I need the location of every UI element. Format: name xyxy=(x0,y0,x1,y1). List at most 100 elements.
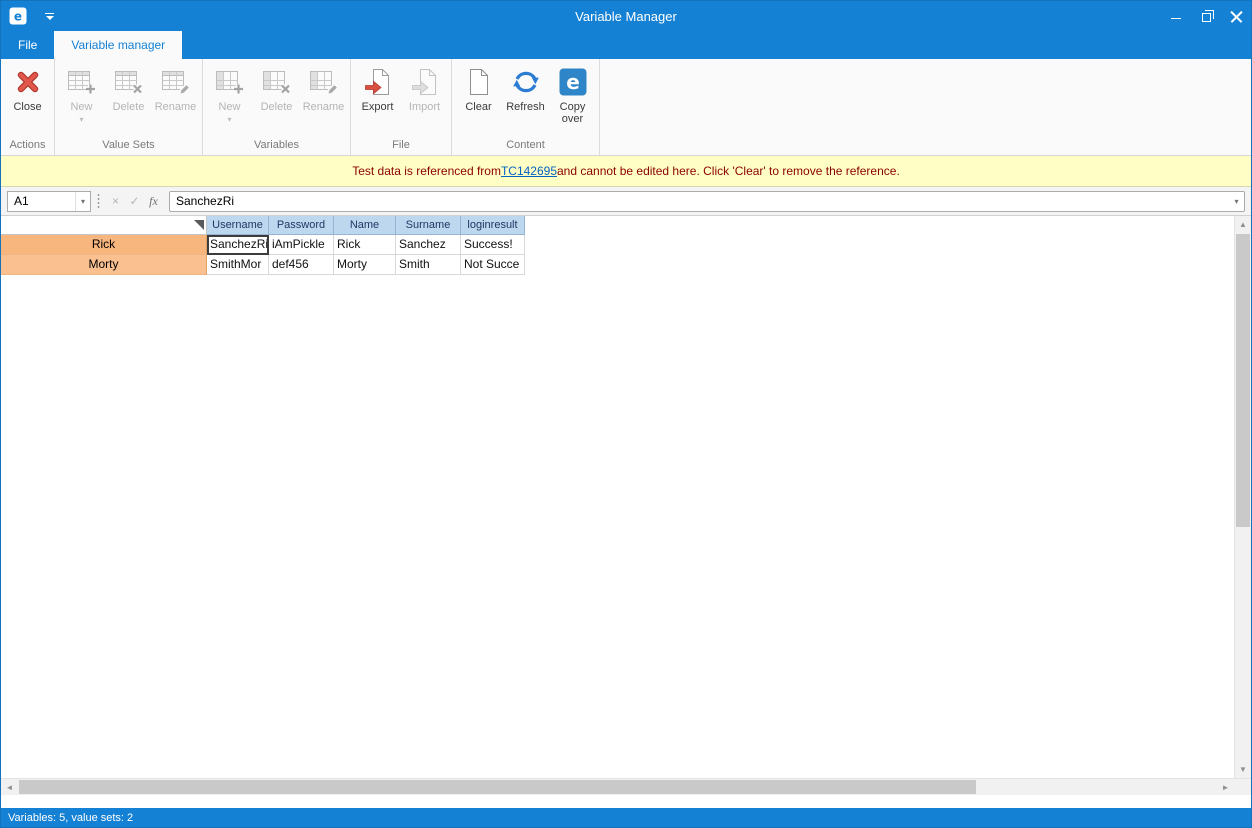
name-box-dropdown-icon[interactable]: ▾ xyxy=(75,192,90,211)
cell-username-rick[interactable]: SanchezRi xyxy=(207,235,269,255)
formula-insert-function-button[interactable]: fx xyxy=(144,194,163,209)
tab-file[interactable]: File xyxy=(1,31,54,59)
vertical-scroll-thumb[interactable] xyxy=(1236,234,1250,527)
scrollbar-corner xyxy=(1234,779,1251,795)
scroll-down-button[interactable]: ▼ xyxy=(1235,761,1251,778)
sheet: Username Password Name Surname loginresu… xyxy=(1,216,1234,778)
ribbon-group-label-variables: Variables xyxy=(206,137,347,155)
dropdown-arrow-icon: ▾ xyxy=(79,115,83,124)
column-header-row: Username Password Name Surname loginresu… xyxy=(1,216,1234,235)
ribbon-group-label-actions: Actions xyxy=(4,137,51,155)
close-red-x-icon xyxy=(13,66,43,98)
status-bar: Variables: 5, value sets: 2 xyxy=(1,808,1251,827)
close-window-button[interactable] xyxy=(1221,1,1251,31)
ribbon-import-button[interactable]: Import xyxy=(401,61,448,113)
vertical-scrollbar[interactable]: ▲ ▼ xyxy=(1234,216,1251,778)
corner-triangle-icon xyxy=(194,220,204,230)
row-header-morty[interactable]: Morty xyxy=(1,255,207,275)
formula-bar-expand-icon[interactable]: ▾ xyxy=(1229,197,1244,206)
ribbon-button-label: Refresh xyxy=(506,101,545,113)
minimize-button[interactable] xyxy=(1161,1,1191,31)
horizontal-scroll-track[interactable] xyxy=(18,779,1217,795)
bottom-spacer xyxy=(1,795,1251,808)
new-value-set-icon xyxy=(67,66,97,98)
new-variable-icon xyxy=(215,66,245,98)
ribbon-close-button[interactable]: Close xyxy=(4,61,51,113)
ribbon-button-label: Rename xyxy=(303,101,345,113)
formula-confirm-button[interactable]: ✓ xyxy=(125,194,144,208)
ribbon-clear-button[interactable]: Clear xyxy=(455,61,502,113)
formula-cancel-button[interactable]: × xyxy=(106,194,125,208)
maximize-restore-button[interactable] xyxy=(1191,1,1221,31)
horizontal-scrollbar[interactable]: ◄ ► xyxy=(1,778,1251,795)
horizontal-scroll-thumb[interactable] xyxy=(19,780,976,794)
app-logo-icon[interactable]: e xyxy=(9,7,27,25)
window-title: Variable Manager xyxy=(1,9,1251,24)
cell-password-rick[interactable]: iAmPickle xyxy=(269,235,334,255)
svg-text:e: e xyxy=(14,10,22,24)
testcase-link[interactable]: TC142695 xyxy=(501,164,557,178)
ribbon-group-content: Clear Refresh xyxy=(452,59,600,155)
ribbon-export-button[interactable]: Export xyxy=(354,61,401,113)
ribbon-group-actions: Close Actions xyxy=(1,59,55,155)
ribbon-valuesets-delete-button[interactable]: Delete xyxy=(105,61,152,113)
table-row-morty: Morty SmithMor def456 Morty Smith Not Su… xyxy=(1,255,1234,275)
column-header-password[interactable]: Password xyxy=(269,216,334,235)
column-header-username[interactable]: Username xyxy=(207,216,269,235)
name-box-input[interactable] xyxy=(8,194,75,208)
ribbon-valuesets-new-button[interactable]: New ▾ xyxy=(58,61,105,124)
column-header-name[interactable]: Name xyxy=(334,216,396,235)
ribbon-button-label: Delete xyxy=(261,101,293,113)
ribbon-button-label: New xyxy=(218,101,240,113)
cell-surname-morty[interactable]: Smith xyxy=(396,255,461,275)
quick-access-toolbar-arrow-icon[interactable] xyxy=(45,13,54,20)
ribbon-variables-new-button[interactable]: New ▾ xyxy=(206,61,253,124)
window-controls xyxy=(1161,1,1251,31)
ribbon-group-file: Export Import File xyxy=(351,59,452,155)
select-all-corner[interactable] xyxy=(1,216,207,235)
cell-username-morty[interactable]: SmithMor xyxy=(207,255,269,275)
restore-icon xyxy=(1202,13,1211,22)
import-document-icon xyxy=(411,66,439,98)
close-window-icon xyxy=(1230,10,1243,23)
cell-value: SanchezRi xyxy=(210,237,268,251)
column-header-loginresult[interactable]: loginresult xyxy=(461,216,525,235)
scroll-right-button[interactable]: ► xyxy=(1217,779,1234,795)
scroll-left-button[interactable]: ◄ xyxy=(1,779,18,795)
ribbon-button-label: Export xyxy=(362,101,394,113)
ribbon-copy-over-button[interactable]: e Copy over xyxy=(549,61,596,125)
cell-name-rick[interactable]: Rick xyxy=(334,235,396,255)
ribbon-variables-rename-button[interactable]: Rename xyxy=(300,61,347,113)
ribbon-valuesets-rename-button[interactable]: Rename xyxy=(152,61,199,113)
refresh-arrows-icon xyxy=(511,66,541,98)
ribbon-button-label: Close xyxy=(13,101,41,113)
cell-password-morty[interactable]: def456 xyxy=(269,255,334,275)
row-header-rick[interactable]: Rick xyxy=(1,235,207,255)
formula-bar-separator xyxy=(97,193,100,209)
tab-variable-manager[interactable]: Variable manager xyxy=(54,31,182,59)
formula-input[interactable] xyxy=(170,194,1229,208)
minimize-icon xyxy=(1171,18,1181,19)
ribbon-button-label: Copy over xyxy=(551,101,595,125)
spreadsheet-area: Username Password Name Surname loginresu… xyxy=(1,216,1251,778)
ribbon-button-label: Clear xyxy=(465,101,491,113)
cell-loginresult-rick[interactable]: Success! xyxy=(461,235,525,255)
ribbon-button-label: Import xyxy=(409,101,440,113)
ribbon-group-label-file: File xyxy=(354,137,448,155)
notice-bar: Test data is referenced from TC142695 an… xyxy=(1,156,1251,187)
clear-document-icon xyxy=(466,66,492,98)
scroll-up-button[interactable]: ▲ xyxy=(1235,216,1251,233)
rename-value-set-icon xyxy=(161,66,191,98)
formula-bar: ▾ × ✓ fx ▾ xyxy=(1,187,1251,216)
cell-surname-rick[interactable]: Sanchez xyxy=(396,235,461,255)
cell-loginresult-morty[interactable]: Not Succe xyxy=(461,255,525,275)
dropdown-arrow-icon: ▾ xyxy=(227,115,231,124)
cell-name-morty[interactable]: Morty xyxy=(334,255,396,275)
ribbon-button-label: Rename xyxy=(155,101,197,113)
formula-input-wrap: ▾ xyxy=(169,191,1245,212)
ribbon-group-value-sets: New ▾ Delete xyxy=(55,59,203,155)
ribbon-variables-delete-button[interactable]: Delete xyxy=(253,61,300,113)
ribbon-refresh-button[interactable]: Refresh xyxy=(502,61,549,113)
column-header-surname[interactable]: Surname xyxy=(396,216,461,235)
ribbon-group-label-value-sets: Value Sets xyxy=(58,137,199,155)
